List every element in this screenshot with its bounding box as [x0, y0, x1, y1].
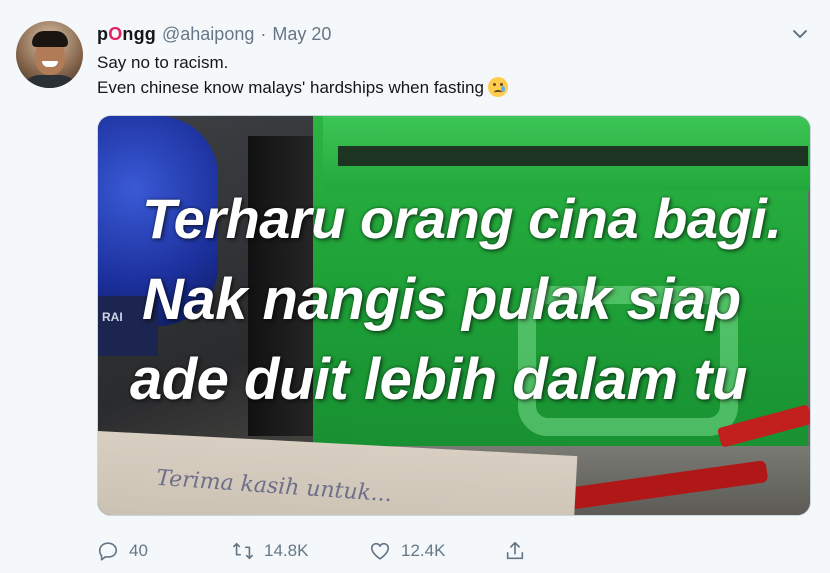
reply-count: 40: [129, 541, 148, 560]
retweet-icon: [233, 542, 253, 560]
crying-face-icon: [487, 77, 508, 97]
tweet-actions: 40 14.8K 12.4K: [97, 538, 537, 564]
caption-line-3: ade duit lebih dalam tu: [130, 347, 747, 412]
caption-line-2: Nak nangis pulak siap: [142, 267, 741, 332]
share-button[interactable]: [504, 538, 536, 564]
avatar-hair: [32, 31, 68, 47]
tweet-media-image[interactable]: Terima kasih untuk... Terharu orang cina…: [97, 115, 811, 516]
user-handle[interactable]: @ahaipong: [162, 24, 254, 45]
media-caption: Terharu orang cina bagi. Nak nangis pula…: [98, 116, 810, 515]
heart-icon: [370, 542, 390, 560]
chevron-down-icon[interactable]: [790, 24, 810, 44]
avatar-shirt: [20, 75, 80, 88]
share-icon: [506, 541, 524, 560]
tweet-text: Say no to racism. Even chinese know mala…: [97, 50, 508, 100]
like-count: 12.4K: [401, 541, 446, 560]
tweet-text-line1: Say no to racism.: [97, 53, 229, 72]
tweet[interactable]: pOngg @ahaipong · May 20 Say no to racis…: [0, 0, 830, 573]
tweet-date[interactable]: May 20: [272, 24, 331, 45]
display-name-prefix: p: [97, 23, 109, 44]
display-name[interactable]: pOngg: [97, 24, 156, 45]
avatar[interactable]: [16, 21, 83, 88]
display-name-o: O: [108, 23, 123, 44]
caption-line-1: Terharu orang cina bagi.: [142, 187, 782, 250]
retweet-count: 14.8K: [264, 541, 309, 560]
separator-dot: ·: [260, 23, 267, 44]
tweet-header: pOngg @ahaipong · May 20: [97, 22, 331, 46]
tweet-text-line2: Even chinese know malays' hardships when…: [97, 75, 508, 100]
tweet-text-line2-text: Even chinese know malays' hardships when…: [97, 78, 484, 97]
like-button[interactable]: 12.4K: [369, 538, 445, 564]
reply-button[interactable]: 40: [97, 538, 148, 564]
retweet-button[interactable]: 14.8K: [232, 538, 308, 564]
reply-icon: [98, 542, 118, 561]
display-name-suffix: ngg: [122, 23, 156, 44]
